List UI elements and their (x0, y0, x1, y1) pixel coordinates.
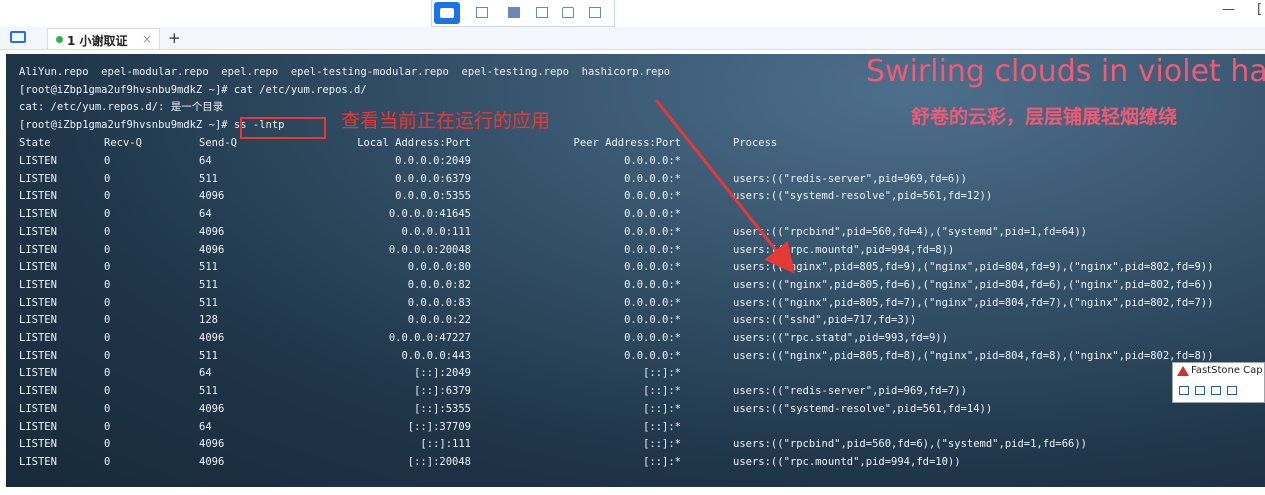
settings-capture-icon[interactable] (589, 7, 601, 18)
annotation-arrow-line (654, 99, 795, 274)
capture-region-icon[interactable] (1227, 386, 1237, 395)
region-capture-icon[interactable] (536, 7, 548, 18)
faststone-logo-icon (1177, 366, 1189, 376)
tab-session[interactable]: 1 小谢取证 × (47, 28, 160, 49)
record-icon[interactable] (562, 7, 574, 18)
terminal[interactable]: Swirling clouds in violet ha 舒卷的云彩，层层铺展轻… (6, 54, 1265, 487)
fullscreen-icon[interactable] (476, 7, 488, 18)
capture-toolbar (431, 0, 615, 27)
tab-close-button[interactable]: × (142, 32, 152, 46)
open-icon[interactable] (1179, 386, 1189, 395)
camera-icon[interactable] (434, 2, 460, 24)
minimize-button[interactable]: — (1222, 2, 1235, 17)
faststone-title: FastStone Cap (1191, 365, 1263, 376)
capture-object-icon[interactable] (1211, 386, 1221, 395)
tab-label: 1 小谢取证 (67, 34, 128, 48)
connected-status-icon (56, 36, 63, 43)
capture-window-icon[interactable] (1195, 386, 1205, 395)
restore-button[interactable]: [ (1257, 2, 1262, 17)
window-capture-icon[interactable] (508, 7, 520, 18)
annotation-arrow (654, 99, 795, 274)
tab-bar: 1 小谢取证 × + (0, 27, 1265, 50)
new-tab-button[interactable]: + (168, 29, 181, 47)
folder-icon[interactable] (10, 31, 26, 43)
faststone-capture-panel[interactable]: FastStone Cap (1172, 362, 1265, 403)
